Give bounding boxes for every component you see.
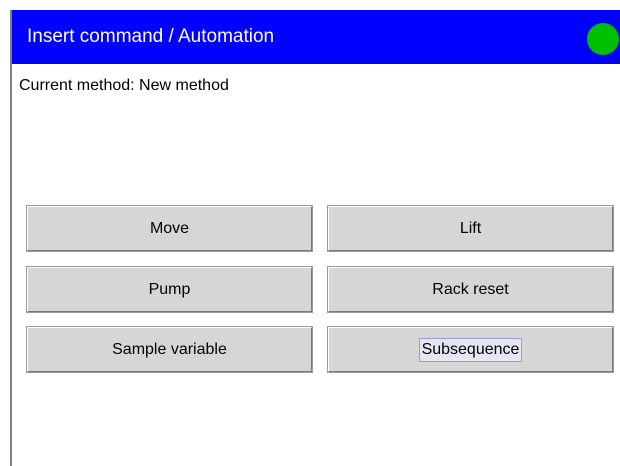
subsequence-button[interactable]: Subsequence <box>328 327 613 372</box>
lift-button[interactable]: Lift <box>328 206 613 251</box>
move-button-label: Move <box>149 219 190 237</box>
status-indicator-icon <box>587 23 619 55</box>
sample-variable-button-label: Sample variable <box>112 340 227 358</box>
move-button[interactable]: Move <box>27 206 312 251</box>
insert-command-window: Insert command / Automation Current meth… <box>0 0 620 466</box>
pump-button-label: Pump <box>148 280 191 298</box>
lift-button-label: Lift <box>459 219 482 237</box>
title-bar: Insert command / Automation <box>12 10 620 64</box>
current-method-label: Current method: New method <box>19 77 229 94</box>
window-title: Insert command / Automation <box>27 26 275 47</box>
rack-reset-button-label: Rack reset <box>432 280 509 298</box>
sample-variable-button[interactable]: Sample variable <box>27 327 312 372</box>
window-left-border <box>10 10 12 466</box>
rack-reset-button[interactable]: Rack reset <box>328 267 613 312</box>
subsequence-button-label: Subsequence <box>418 337 523 362</box>
pump-button[interactable]: Pump <box>27 267 312 312</box>
